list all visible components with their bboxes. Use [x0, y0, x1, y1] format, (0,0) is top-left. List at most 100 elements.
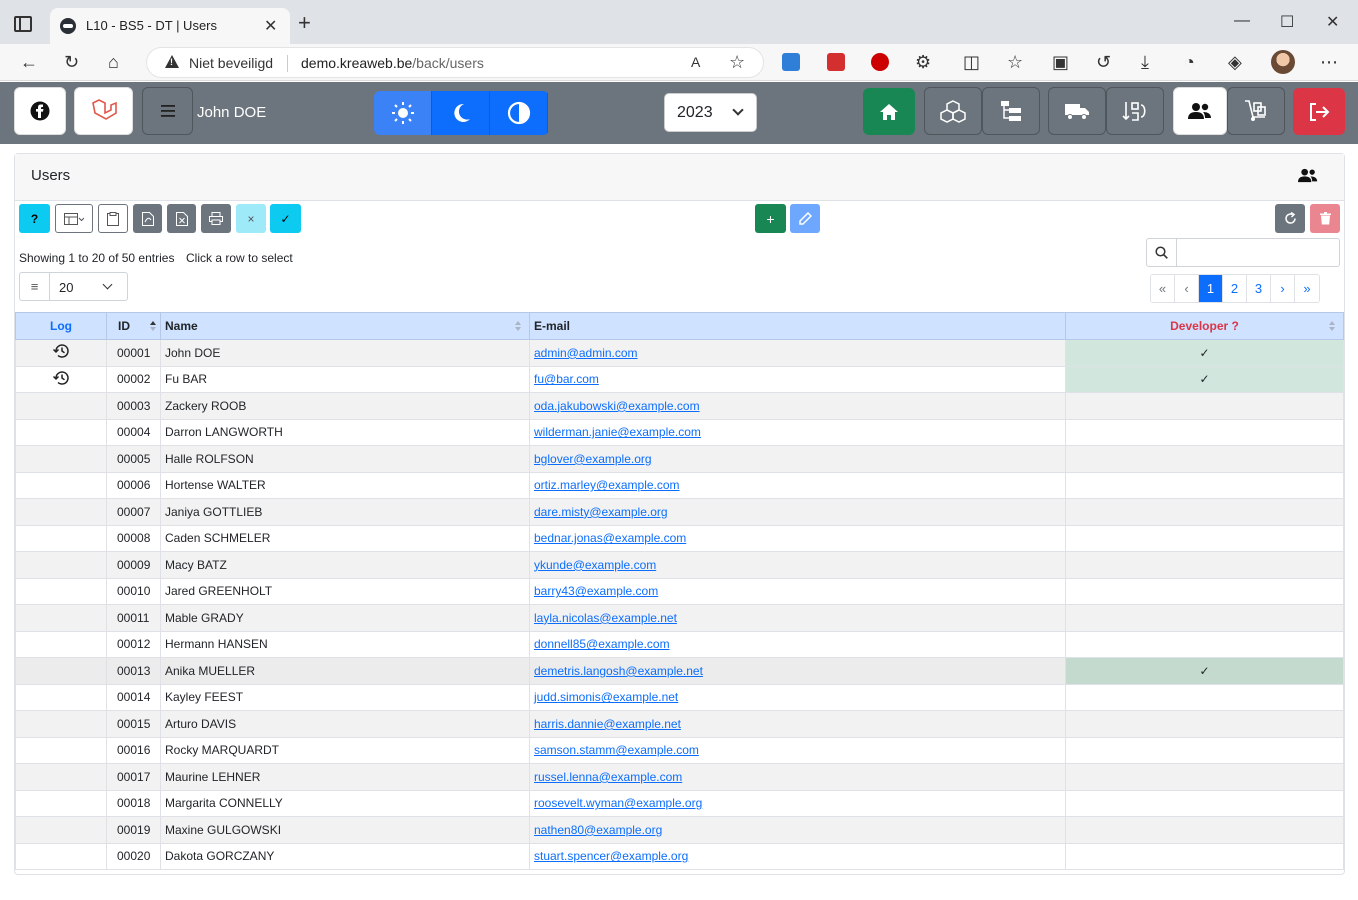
col-header-name[interactable]: Name — [160, 312, 530, 340]
user-name[interactable]: John DOE — [197, 104, 266, 121]
trolley-button[interactable] — [1227, 87, 1285, 135]
email-link[interactable]: russel.lenna@example.com — [534, 770, 682, 784]
col-header-email[interactable]: E-mail — [529, 312, 1066, 340]
reload-button[interactable] — [1275, 204, 1305, 233]
history-icon[interactable] — [52, 343, 70, 359]
email-link[interactable]: bednar.jonas@example.com — [534, 531, 686, 545]
window-close-button[interactable]: ✕ — [1326, 12, 1339, 32]
favorite-star-icon[interactable]: ☆ — [729, 52, 745, 73]
email-link[interactable]: stuart.spencer@example.org — [534, 849, 688, 863]
table-row[interactable]: 00003 Zackery ROOB oda.jakubowski@example.… — [15, 392, 1344, 420]
email-link[interactable]: demetris.langosh@example.net — [534, 664, 703, 678]
email-link[interactable]: donnell85@example.com — [534, 637, 670, 651]
table-row[interactable]: 00013 Anika MUELLER demetris.langosh@examp… — [15, 657, 1344, 685]
email-link[interactable]: nathen80@example.org — [534, 823, 662, 837]
email-link[interactable]: wilderman.janie@example.com — [534, 425, 701, 439]
table-row[interactable]: 00004 Darron LANGWORTH wilderman.janie@exa… — [15, 418, 1344, 446]
excel-export-button[interactable] — [167, 204, 196, 233]
pager-prev[interactable]: ‹ — [1175, 275, 1199, 302]
email-link[interactable]: fu@bar.com — [534, 372, 599, 386]
table-row[interactable]: 00016 Rocky MARQUARDT samson.stamm@example… — [15, 736, 1344, 764]
email-link[interactable]: samson.stamm@example.com — [534, 743, 699, 757]
pager-next[interactable]: › — [1271, 275, 1295, 302]
products-button[interactable] — [924, 87, 982, 135]
add-user-button[interactable]: + — [755, 204, 786, 233]
delete-user-button[interactable] — [1310, 204, 1340, 233]
refresh-icon[interactable]: ↻ — [64, 52, 79, 73]
table-row[interactable]: 00017 Maurine LEHNER russel.lenna@example.… — [15, 763, 1344, 791]
email-link[interactable]: ortiz.marley@example.com — [534, 478, 680, 492]
maximize-button[interactable]: ☐ — [1280, 12, 1294, 32]
theme-light-button[interactable] — [374, 91, 432, 135]
table-row[interactable]: 00007 Janiya GOTTLIEB dare.misty@example.o… — [15, 498, 1344, 526]
select-all-button[interactable]: ✓ — [270, 204, 301, 233]
table-row[interactable]: 00002 Fu BAR fu@bar.com ✓ — [15, 365, 1344, 393]
email-link[interactable]: admin@admin.com — [534, 346, 638, 360]
year-select[interactable]: 2023 — [664, 93, 757, 132]
profile-avatar[interactable] — [1271, 50, 1295, 74]
laravel-button[interactable] — [74, 87, 133, 135]
table-row[interactable]: 00006 Hortense WALTER ortiz.marley@example… — [15, 471, 1344, 499]
extensions-puzzle-icon[interactable]: ⚙ — [915, 52, 931, 73]
pager-page-1[interactable]: 1 — [1199, 275, 1223, 302]
shipping-button[interactable] — [1048, 87, 1106, 135]
home-button[interactable] — [863, 88, 915, 135]
favorites-icon[interactable]: ☆ — [1007, 52, 1023, 73]
facebook-button[interactable] — [14, 87, 66, 135]
email-link[interactable]: oda.jakubowski@example.com — [534, 399, 700, 413]
email-link[interactable]: layla.nicolas@example.net — [534, 611, 677, 625]
cell-log[interactable] — [15, 365, 107, 393]
back-icon[interactable]: ← — [20, 52, 38, 73]
table-row[interactable]: 00008 Caden SCHMELER bednar.jonas@example.… — [15, 524, 1344, 552]
extension-play-icon[interactable] — [827, 53, 845, 71]
search-input[interactable] — [1179, 241, 1335, 264]
table-row[interactable]: 00011 Mable GRADY layla.nicolas@example.ne… — [15, 604, 1344, 632]
email-link[interactable]: judd.simonis@example.net — [534, 690, 678, 704]
read-aloud-icon[interactable]: A — [691, 54, 700, 70]
table-row[interactable]: 00012 Hermann HANSEN donnell85@example.com — [15, 630, 1344, 658]
pager-page-3[interactable]: 3 — [1247, 275, 1271, 302]
cell-log[interactable] — [15, 339, 107, 367]
history-icon[interactable] — [52, 370, 70, 386]
extension-f-icon[interactable] — [782, 53, 800, 71]
more-menu-icon[interactable]: ⋯ — [1320, 52, 1338, 73]
browser-tab-active[interactable]: L10 - BS5 - DT | Users ✕ — [50, 8, 290, 44]
downloads-icon[interactable]: ⤓ — [1141, 52, 1149, 73]
col-header-developer[interactable]: Developer ? — [1065, 312, 1344, 340]
table-row[interactable]: 00014 Kayley FEEST judd.simonis@example.ne… — [15, 683, 1344, 711]
table-row[interactable]: 00001 John DOE admin@admin.com ✓ — [15, 339, 1344, 367]
url-field[interactable]: Niet beveiligd demo.kreaweb.be/back/user… — [146, 47, 764, 78]
users-button[interactable] — [1173, 87, 1227, 135]
table-row[interactable]: 00018 Margarita CONNELLY roosevelt.wyman@e… — [15, 789, 1344, 817]
email-link[interactable]: dare.misty@example.org — [534, 505, 668, 519]
theme-auto-button[interactable] — [490, 91, 548, 135]
pager-first[interactable]: « — [1151, 275, 1175, 302]
tab-close-icon[interactable]: ✕ — [264, 16, 277, 36]
email-link[interactable]: harris.dannie@example.net — [534, 717, 681, 731]
email-link[interactable]: bglover@example.org — [534, 452, 652, 466]
performance-icon[interactable]: ◈ — [1228, 52, 1242, 73]
help-button[interactable]: ? — [19, 204, 50, 233]
edit-user-button[interactable] — [790, 204, 820, 233]
col-header-log[interactable]: Log — [15, 312, 107, 340]
minimize-button[interactable]: — — [1234, 12, 1250, 30]
logout-button[interactable] — [1293, 88, 1345, 135]
collections-icon[interactable]: ▣ — [1052, 52, 1069, 73]
tab-actions-icon[interactable] — [14, 16, 32, 32]
table-row[interactable]: 00020 Dakota GORCZANY stuart.spencer@examp… — [15, 842, 1344, 870]
browser-essentials-icon[interactable]: ◔ — [1184, 52, 1195, 73]
email-link[interactable]: ykunde@example.com — [534, 558, 656, 572]
home-icon[interactable]: ⌂ — [108, 52, 119, 73]
extension-adblock-icon[interactable] — [871, 53, 889, 71]
sidebar-toggle-button[interactable] — [142, 87, 193, 135]
pager-page-2[interactable]: 2 — [1223, 275, 1247, 302]
pdf-export-button[interactable] — [133, 204, 162, 233]
security-label[interactable]: Niet beveiligd — [189, 55, 273, 71]
deselect-button[interactable]: × — [236, 204, 266, 233]
split-screen-icon[interactable]: ◫ — [963, 52, 980, 73]
pager-last[interactable]: » — [1295, 275, 1319, 302]
copy-button[interactable] — [98, 204, 128, 233]
history-icon[interactable]: ↺ — [1096, 52, 1111, 73]
table-row[interactable]: 00009 Macy BATZ ykunde@example.com — [15, 551, 1344, 579]
table-row[interactable]: 00019 Maxine GULGOWSKI nathen80@example.or… — [15, 816, 1344, 844]
